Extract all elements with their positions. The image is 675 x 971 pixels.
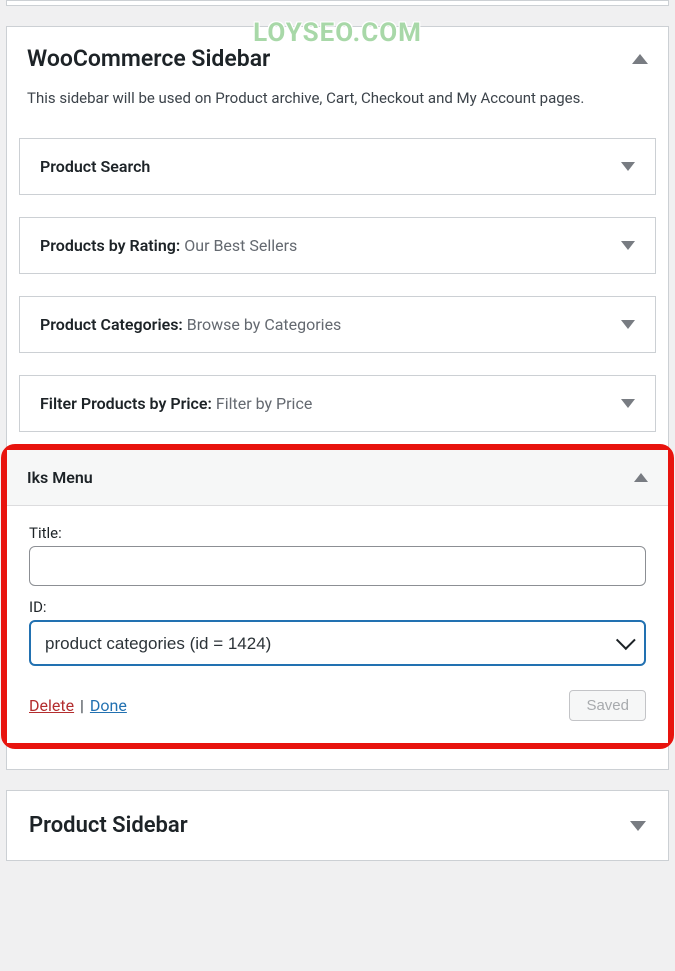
chevron-up-icon[interactable] [632,54,648,64]
widget-title-main: Product Categories: [40,315,183,334]
chevron-down-icon[interactable] [621,399,635,408]
top-spacer [6,0,669,6]
id-select[interactable]: product categories (id = 1424) [29,620,646,666]
title-label: Title: [29,524,646,542]
widget-title-main: Product Search [40,157,150,176]
panel-header[interactable]: Product Sidebar [7,791,668,860]
widget-subtitle: Our Best Sellers [184,236,297,255]
panel-title-row: WooCommerce Sidebar [27,45,648,72]
chevron-down-icon[interactable] [621,241,635,250]
chevron-down-icon[interactable] [621,162,635,171]
iks-menu-widget: Iks Menu Title: ID: product categories (… [7,450,668,743]
widget-header[interactable]: Product Categories: Browse by Categories [20,297,655,352]
saved-button: Saved [569,690,646,721]
done-link[interactable]: Done [90,696,127,715]
widget-subtitle: Browse by Categories [187,315,342,334]
panel-description: This sidebar will be used on Product arc… [27,86,648,110]
panel-title: WooCommerce Sidebar [27,45,270,72]
widget-body: Title: ID: product categories (id = 1424… [7,506,668,743]
widget-list: Product Search Products by Rating: Our B… [7,128,668,444]
widget-title: Products by Rating: Our Best Sellers [40,236,297,255]
widget-title: Product Categories: Browse by Categories [40,315,341,334]
widget-title: Product Search [40,157,150,176]
widget-subtitle: Filter by Price [216,394,312,413]
widget-product-search: Product Search [19,138,656,195]
panel-header[interactable]: WooCommerce Sidebar This sidebar will be… [7,27,668,128]
woocommerce-sidebar-panel: WooCommerce Sidebar This sidebar will be… [6,26,669,770]
footer-links: Delete | Done [29,696,127,715]
widget-filter-by-price: Filter Products by Price: Filter by Pric… [19,375,656,432]
widget-title: Filter Products by Price: Filter by Pric… [40,394,312,413]
widget-header[interactable]: Filter Products by Price: Filter by Pric… [20,376,655,431]
chevron-up-icon[interactable] [634,473,648,482]
highlighted-widget-box: Iks Menu Title: ID: product categories (… [1,444,674,749]
widget-footer: Delete | Done Saved [29,690,646,721]
title-input[interactable] [29,546,646,586]
widget-product-categories: Product Categories: Browse by Categories [19,296,656,353]
chevron-down-icon[interactable] [630,821,646,831]
id-label: ID: [29,598,646,616]
chevron-down-icon[interactable] [621,320,635,329]
product-sidebar-panel: Product Sidebar [6,790,669,861]
widget-title-main: Filter Products by Price: [40,394,212,413]
id-select-wrapper: product categories (id = 1424) [29,620,646,666]
widget-products-by-rating: Products by Rating: Our Best Sellers [19,217,656,274]
widget-title-main: Products by Rating: [40,236,180,255]
widget-header-expanded[interactable]: Iks Menu [7,450,668,506]
link-separator: | [80,696,84,715]
widget-title: Iks Menu [27,468,93,487]
panel-title: Product Sidebar [29,813,188,838]
delete-link[interactable]: Delete [29,696,74,715]
widget-header[interactable]: Products by Rating: Our Best Sellers [20,218,655,273]
widget-header[interactable]: Product Search [20,139,655,194]
